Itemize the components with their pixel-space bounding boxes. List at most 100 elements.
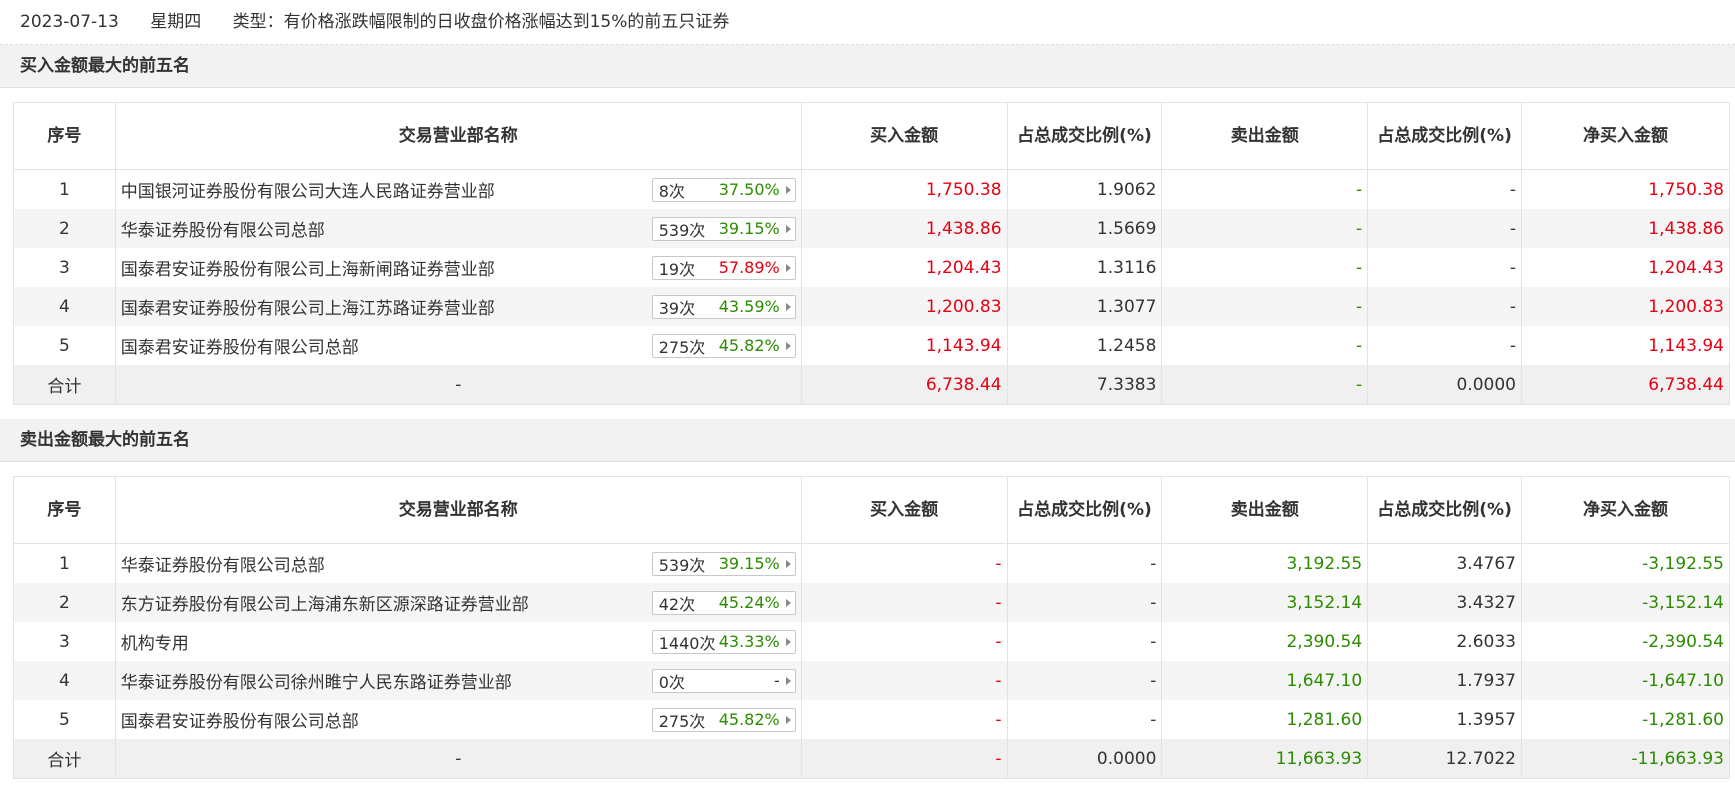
table-row: 1 中国银河证券股份有限公司大连人民路证券营业部 8次 37.50% 1,750.38 1… <box>13 169 1731 209</box>
dept-history-badge[interactable]: 275次 45.82% <box>651 333 796 358</box>
seq-cell: 4 <box>13 661 116 700</box>
col-buy: 买入金额 <box>800 476 1008 544</box>
table-row: 2 东方证券股份有限公司上海浦东新区源深路证券营业部 42次 45.24% - -3,15… <box>13 583 1731 622</box>
total-buy-ratio: 7.3383 <box>1006 365 1163 405</box>
seq-cell: 5 <box>13 326 116 365</box>
listing-count: 42次 <box>658 594 696 614</box>
listing-count: 0次 <box>658 672 685 692</box>
caret-right-icon <box>785 598 791 607</box>
col-seq: 序号 <box>13 476 116 544</box>
sell-ratio: - <box>1367 287 1522 326</box>
total-net: -11,663.93 <box>1520 739 1731 779</box>
dept-history-badge[interactable]: 39次 43.59% <box>651 294 796 319</box>
buy-amount: - <box>800 543 1008 583</box>
sell-ratio: - <box>1367 209 1522 248</box>
buy-amount: 1,143.94 <box>800 326 1008 365</box>
net-amount: 1,143.94 <box>1520 326 1731 365</box>
total-sell: - <box>1161 365 1369 405</box>
dept-name-link[interactable]: 中国银河证券股份有限公司大连人民路证券营业部 <box>121 177 495 202</box>
dept-name-link[interactable]: 国泰君安证券股份有限公司上海新闸路证券营业部 <box>121 255 495 280</box>
buy-amount: - <box>800 622 1008 661</box>
info-bar: 2023-07-13 星期四 类型：有价格涨跌幅限制的日收盘价格涨幅达到15%的… <box>0 0 1735 45</box>
buy-amount: - <box>800 700 1008 739</box>
sell-amount: - <box>1161 248 1369 287</box>
dept-history-badge[interactable]: 275次 45.82% <box>651 707 796 732</box>
dept-history-badge[interactable]: 1440次 43.33% <box>651 629 796 654</box>
dept-history-badge[interactable]: 539次 39.15% <box>651 216 796 241</box>
dept-name-link[interactable]: 国泰君安证券股份有限公司总部 <box>121 707 359 732</box>
dept-cell: 中国银河证券股份有限公司大连人民路证券营业部 8次 37.50% <box>114 169 802 209</box>
dept-name-link[interactable]: 国泰君安证券股份有限公司总部 <box>121 333 359 358</box>
sell-amount: - <box>1161 287 1369 326</box>
sell-ratio: - <box>1367 248 1522 287</box>
dept-name-link[interactable]: 东方证券股份有限公司上海浦东新区源深路证券营业部 <box>121 590 529 615</box>
dept-name-link[interactable]: 华泰证券股份有限公司徐州睢宁人民东路证券营业部 <box>121 668 512 693</box>
dept-history-badge[interactable]: 0次 - <box>651 668 796 693</box>
col-dept: 交易营业部名称 <box>114 102 802 170</box>
sell-ratio: - <box>1367 169 1522 209</box>
dept-wrap: 华泰证券股份有限公司总部 539次 39.15% <box>121 551 796 576</box>
dept-history-badge[interactable]: 8次 37.50% <box>651 177 796 202</box>
total-buy: - <box>800 739 1008 779</box>
sell-section-title: 卖出金额最大的前五名 <box>0 419 1735 462</box>
dept-wrap: 华泰证券股份有限公司徐州睢宁人民东路证券营业部 0次 - <box>121 668 796 693</box>
dept-wrap: 华泰证券股份有限公司总部 539次 39.15% <box>121 216 796 241</box>
sell-ratio: - <box>1367 326 1522 365</box>
net-amount: -1,281.60 <box>1520 700 1731 739</box>
win-rate: 45.82% <box>718 336 780 355</box>
dept-wrap: 国泰君安证券股份有限公司总部 275次 45.82% <box>121 707 796 732</box>
caret-right-icon <box>785 224 791 233</box>
buy-ratio: 1.5669 <box>1006 209 1163 248</box>
sell-ratio: 1.3957 <box>1367 700 1522 739</box>
col-seq: 序号 <box>13 102 116 170</box>
win-rate: 45.24% <box>718 593 780 612</box>
sell-ratio: 3.4327 <box>1367 583 1522 622</box>
dept-cell: 华泰证券股份有限公司总部 539次 39.15% <box>114 543 802 583</box>
dept-cell: 华泰证券股份有限公司徐州睢宁人民东路证券营业部 0次 - <box>114 661 802 700</box>
dept-history-badge[interactable]: 19次 57.89% <box>651 255 796 280</box>
seq-cell: 1 <box>13 543 116 583</box>
col-dept: 交易营业部名称 <box>114 476 802 544</box>
win-rate: 45.82% <box>718 710 780 729</box>
total-label: 合计 <box>13 365 116 405</box>
col-buy: 买入金额 <box>800 102 1008 170</box>
dept-name-link[interactable]: 华泰证券股份有限公司总部 <box>121 551 325 576</box>
table-row: 3 国泰君安证券股份有限公司上海新闸路证券营业部 19次 57.89% 1,204.43… <box>13 248 1731 287</box>
net-amount: 1,204.43 <box>1520 248 1731 287</box>
trade-date: 2023-07-13 <box>20 12 119 32</box>
buy-amount: 1,438.86 <box>800 209 1008 248</box>
dept-name-link[interactable]: 国泰君安证券股份有限公司上海江苏路证券营业部 <box>121 294 495 319</box>
col-buy-ratio: 占总成交比例(%) <box>1006 102 1163 170</box>
buy-ratio: - <box>1006 661 1163 700</box>
dept-wrap: 东方证券股份有限公司上海浦东新区源深路证券营业部 42次 45.24% <box>121 590 796 615</box>
buy-ratio: - <box>1006 583 1163 622</box>
sell-ratio: 1.7937 <box>1367 661 1522 700</box>
dept-wrap: 国泰君安证券股份有限公司上海新闸路证券营业部 19次 57.89% <box>121 255 796 280</box>
seq-cell: 3 <box>13 622 116 661</box>
win-rate: 43.59% <box>718 297 780 316</box>
win-rate: 37.50% <box>718 180 780 199</box>
dept-wrap: 机构专用 1440次 43.33% <box>121 629 796 654</box>
list-type: 类型：有价格涨跌幅限制的日收盘价格涨幅达到15%的前五只证券 <box>232 12 730 32</box>
caret-right-icon <box>785 263 791 272</box>
listing-count: 539次 <box>658 555 706 575</box>
buy-ratio: - <box>1006 700 1163 739</box>
seq-cell: 2 <box>13 209 116 248</box>
win-rate: 39.15% <box>718 219 780 238</box>
dept-name-link[interactable]: 机构专用 <box>121 629 189 654</box>
dept-history-badge[interactable]: 539次 39.15% <box>651 551 796 576</box>
col-sell: 卖出金额 <box>1161 102 1369 170</box>
caret-right-icon <box>785 302 791 311</box>
sell-amount: - <box>1161 169 1369 209</box>
dept-cell: 机构专用 1440次 43.33% <box>114 622 802 661</box>
sell-amount: 1,281.60 <box>1161 700 1369 739</box>
net-amount: 1,200.83 <box>1520 287 1731 326</box>
sell-top5-table: 序号 交易营业部名称 买入金额 占总成交比例(%) 卖出金额 占总成交比例(%)… <box>13 476 1731 779</box>
sell-amount: 3,152.14 <box>1161 583 1369 622</box>
dept-wrap: 中国银河证券股份有限公司大连人民路证券营业部 8次 37.50% <box>121 177 796 202</box>
dept-history-badge[interactable]: 42次 45.24% <box>651 590 796 615</box>
dept-name-link[interactable]: 华泰证券股份有限公司总部 <box>121 216 325 241</box>
total-row: 合计 - -0.0000 11,663.93 12.7022 -11,663.93 <box>13 739 1731 779</box>
sell-amount: 3,192.55 <box>1161 543 1369 583</box>
seq-cell: 2 <box>13 583 116 622</box>
